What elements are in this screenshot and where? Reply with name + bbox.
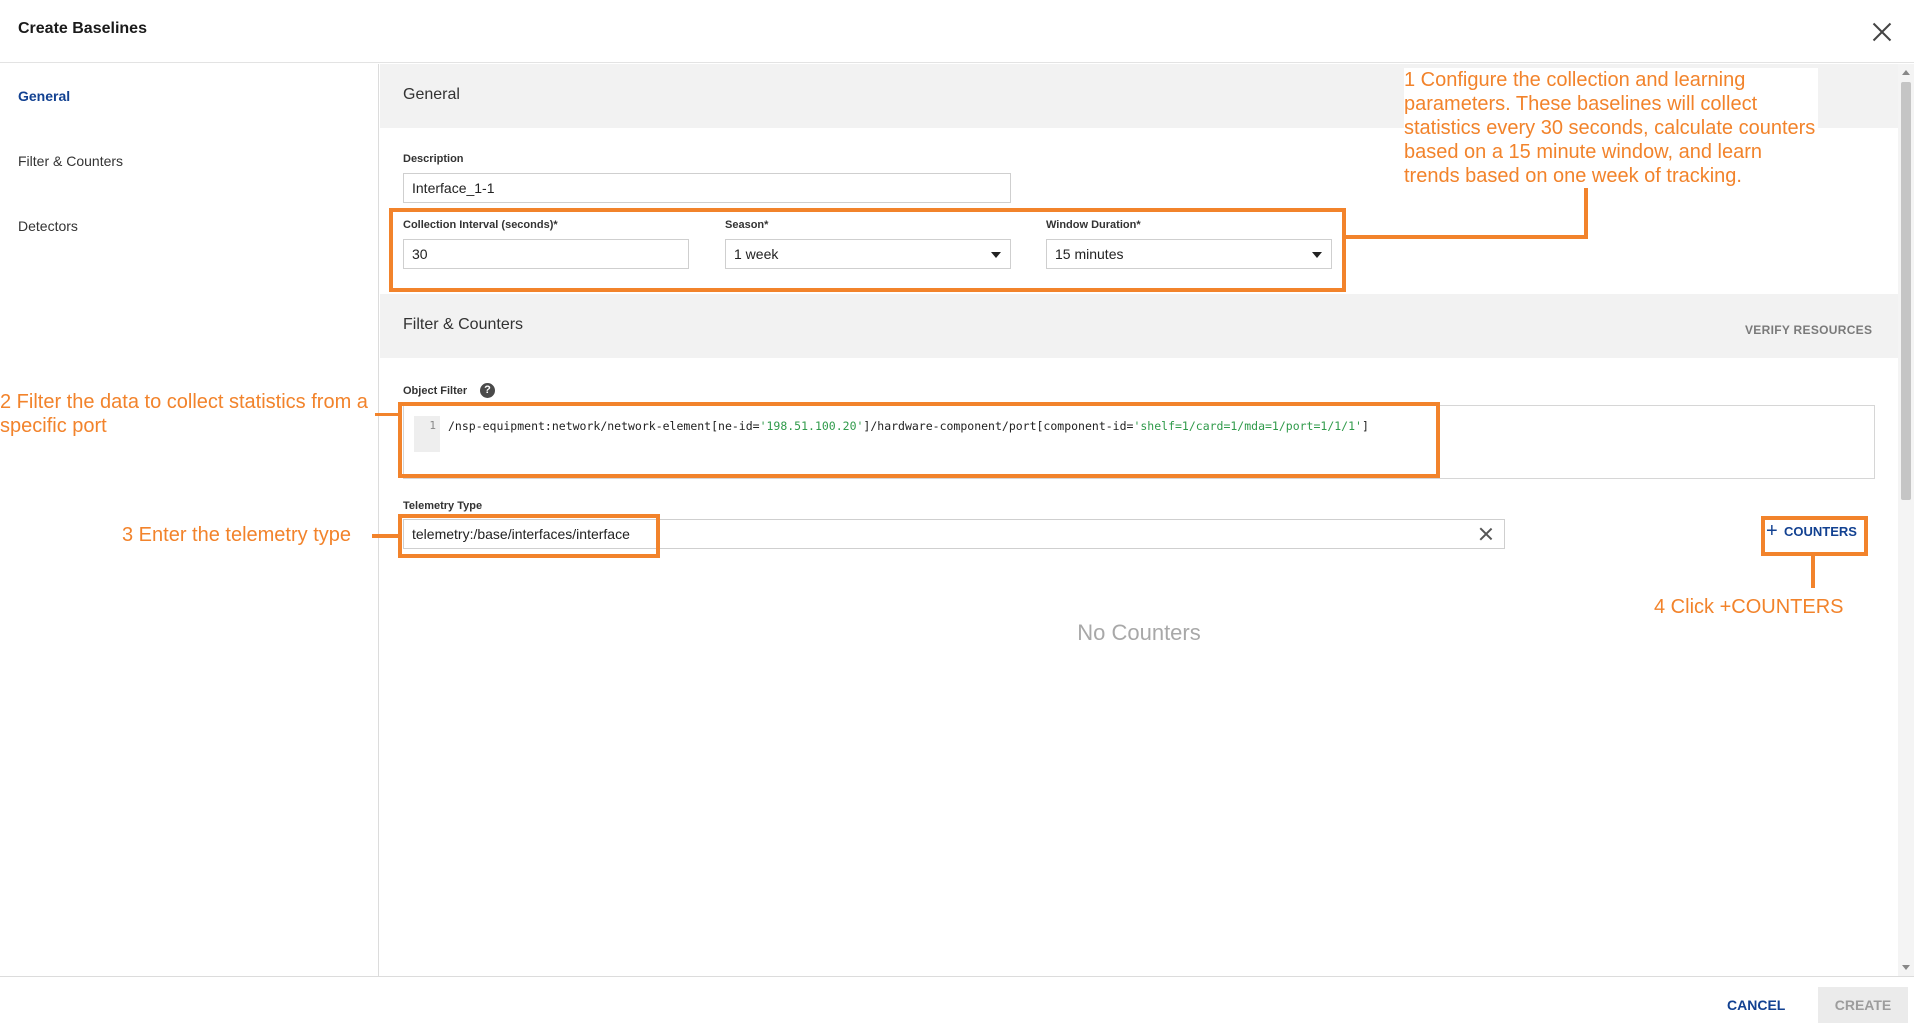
annotation-box-step4: [1761, 516, 1868, 556]
annotation-connector-step1: [1584, 186, 1588, 239]
annotation-connector-step4: [1811, 556, 1815, 588]
dialog-header: Create Baselines: [0, 0, 1914, 63]
scrollbar[interactable]: [1898, 64, 1914, 976]
close-icon[interactable]: [1868, 18, 1896, 46]
filter-counters-section-title: Filter & Counters: [403, 316, 524, 333]
create-button[interactable]: CREATE: [1818, 987, 1908, 1023]
sidebar-item-detectors[interactable]: Detectors: [18, 218, 78, 234]
annotation-box-step1: [389, 208, 1346, 292]
sidebar-item-filter-counters[interactable]: Filter & Counters: [18, 153, 123, 169]
cancel-button[interactable]: CANCEL: [1727, 997, 1785, 1013]
annotation-box-step3: [398, 514, 660, 558]
empty-state-text: No Counters: [1077, 620, 1201, 645]
filter-counters-section-header: Filter & Counters VERIFY RESOURCES: [380, 294, 1898, 358]
scroll-thumb[interactable]: [1901, 82, 1911, 500]
sidebar-item-general[interactable]: General: [18, 88, 70, 104]
telemetry-type-label: Telemetry Type: [403, 500, 483, 512]
scroll-up-icon[interactable]: [1902, 70, 1910, 75]
annotation-connector-step3: [372, 534, 398, 538]
annotation-step4: 4 Click +COUNTERS: [1654, 595, 1884, 619]
description-input[interactable]: Interface_1-1: [403, 173, 1011, 203]
annotation-connector-step2: [373, 413, 398, 416]
clear-icon[interactable]: [1477, 525, 1495, 543]
annotation-step3: 3 Enter the telemetry type: [122, 523, 370, 547]
annotation-connector-step1: [1346, 235, 1588, 239]
verify-resources-button[interactable]: VERIFY RESOURCES: [1745, 323, 1872, 337]
scroll-down-icon[interactable]: [1902, 965, 1910, 970]
annotation-step2: 2 Filter the data to collect statistics …: [0, 390, 375, 438]
general-section-title: General: [403, 86, 460, 103]
dialog-footer: CANCEL CREATE: [0, 976, 1914, 1032]
description-label: Description: [403, 153, 464, 165]
dialog-title: Create Baselines: [18, 20, 147, 37]
object-filter-label: Object Filter: [403, 385, 468, 397]
sidebar-nav: General Filter & Counters Detectors: [0, 64, 379, 976]
annotation-step1: 1 Configure the collection and learning …: [1404, 68, 1818, 188]
help-icon[interactable]: ?: [480, 383, 495, 398]
annotation-box-step2: [398, 402, 1440, 478]
